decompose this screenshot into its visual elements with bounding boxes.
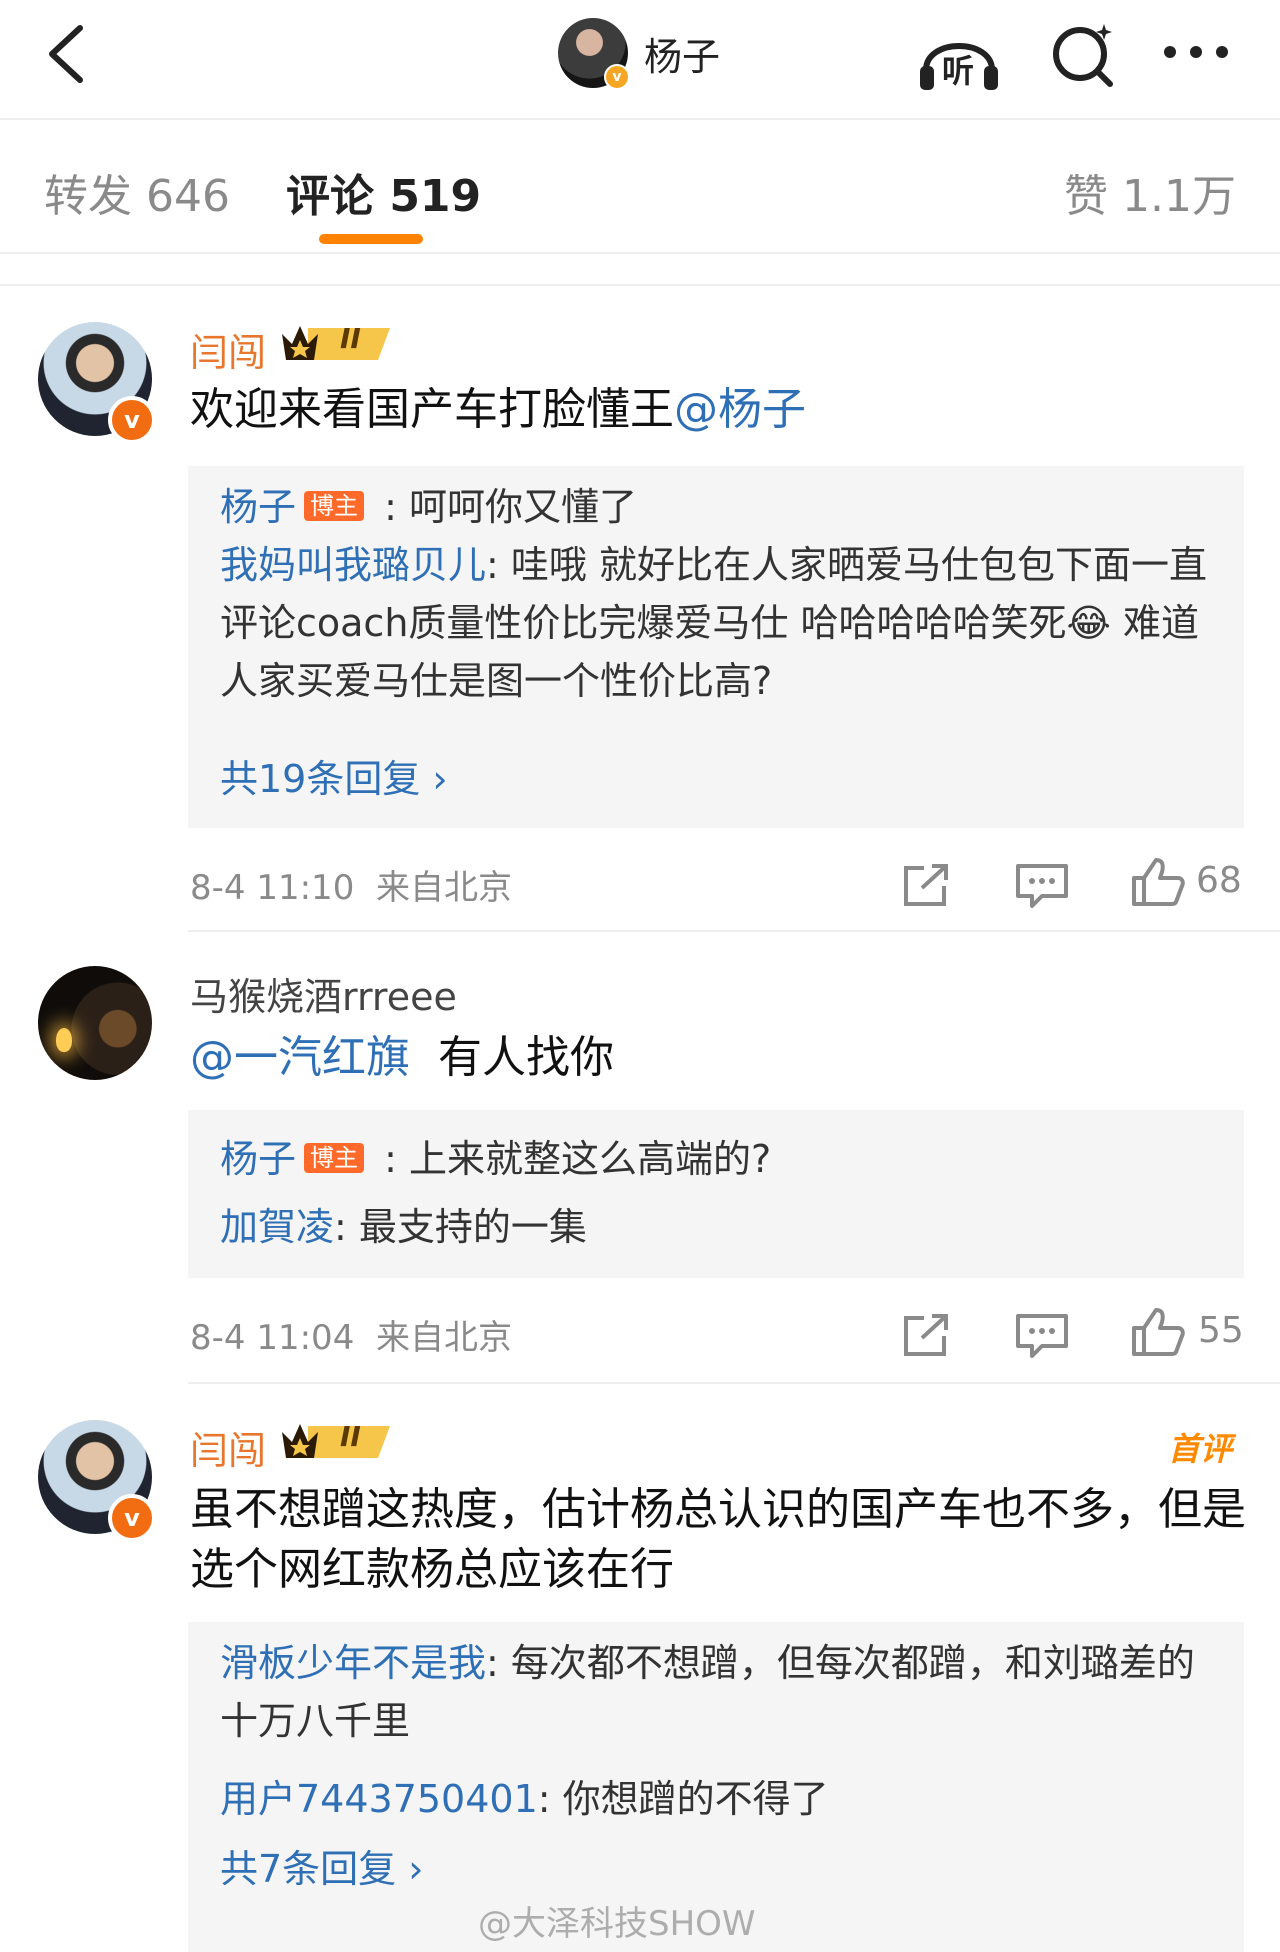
verified-badge-icon: v [604,64,630,90]
reply-line: 我妈叫我璐贝儿: 哇哦 就好比在人家晒爱马仕包包下面一直评论coach质量性价比… [220,536,1220,710]
header-user[interactable]: v 杨子 [558,18,720,90]
crown-level: II [340,322,361,355]
reply-user-name[interactable]: 杨子 [220,485,296,529]
tab-like[interactable]: 赞 1.1万 [1064,160,1236,224]
mention-link[interactable]: @杨子 [674,384,806,435]
divider [188,930,1280,932]
comment-text: 虽不想蹭这热度，估计杨总认识的国产车也不多，但是选个网红款杨总应该在行 [190,1484,1246,1595]
more-replies-link[interactable]: 共19条回复 › [220,750,1220,808]
reply-line: 杨子 博主 : 上来就整这么高端的? [220,1130,1220,1188]
share-icon[interactable] [898,1310,958,1360]
reply-preview-box[interactable]: 杨子 博主 : 呵呵你又懂了 我妈叫我璐贝儿: 哇哦 就好比在人家晒爱马仕包包下面… [188,466,1244,828]
comment-location: 来自北京 [375,1318,512,1358]
tab-bar: 转发 646 评论 519 赞 1.1万 [0,120,1280,254]
like-count: 68 [1196,860,1242,901]
reply-preview-box[interactable]: 杨子 博主 : 上来就整这么高端的? 加賀凌: 最支持的一集 [188,1110,1244,1278]
reply-separator: : [372,1137,409,1181]
reply-text: 你想蹭的不得了 [562,1777,829,1821]
reply-user-name[interactable]: 加賀凌 [220,1205,334,1249]
comment-meta: 8-4 11:10 来自北京 [190,860,512,909]
comment-user-name[interactable]: 闫闯 [190,1420,266,1475]
tab-comment[interactable]: 评论 519 [286,160,481,224]
reply-separator: : [486,1641,511,1685]
header-user-name[interactable]: 杨子 [644,26,720,81]
reply-separator: : [537,1777,563,1821]
comment-meta: 8-4 11:04 来自北京 [190,1310,512,1359]
reply-separator: : [334,1205,359,1249]
reply-line: 杨子 博主 : 呵呵你又懂了 [220,478,1220,536]
like-thumb-icon[interactable] [1128,856,1188,906]
comment-item: v 闫闯 II 欢迎来看国产车打脸懂王@杨子 杨子 博主 : 呵呵你又懂了 我妈叫… [0,300,1280,930]
tab-forward[interactable]: 转发 646 [44,160,230,224]
reply-line: 加賀凌: 最支持的一集 [220,1198,1220,1256]
like-count: 55 [1198,1310,1244,1351]
comment-user-name[interactable]: 马猴烧酒rrreee [190,966,457,1021]
mention-link[interactable]: @一汽红旗 [190,1032,410,1083]
listen-label: 听 [942,52,975,90]
crown-badge-icon [282,1424,390,1458]
comment-item: v 闫闯 II 首评 虽不想蹭这热度，估计杨总认识的国产车也不多，但是选个网红款… [0,1398,1280,1952]
comment-icon[interactable] [1012,1310,1072,1360]
reply-text: 上来就整这么高端的? [408,1137,772,1181]
comment-body: 欢迎来看国产车打脸懂王 [190,384,674,435]
listen-headphones-icon[interactable]: 听 [914,18,1004,94]
reply-user-name[interactable]: 我妈叫我璐贝儿 [220,543,486,587]
active-tab-indicator [319,234,423,244]
reply-user-name[interactable]: 用户7443750401 [220,1777,538,1821]
comment-item: 马猴烧酒rrreee @一汽红旗 有人找你 杨子 博主 : 上来就整这么高端的? … [0,946,1280,1376]
reply-user-name[interactable]: 杨子 [220,1137,296,1181]
first-comment-tag: 首评 [1167,1430,1232,1468]
reply-line: 用户7443750401: 你想蹭的不得了 [220,1770,1220,1828]
header-avatar[interactable]: v [558,18,630,90]
comment-time: 8-4 11:04 [190,1318,355,1358]
watermark: @大泽科技SHOW [478,1904,756,1944]
more-dots-icon[interactable] [1152,18,1242,94]
divider [0,284,1280,286]
reply-text: 最支持的一集 [358,1205,587,1249]
comment-user-name[interactable]: 闫闯 [190,322,266,377]
like-thumb-icon[interactable] [1128,1306,1188,1356]
verified-badge-icon: v [108,396,156,444]
reply-line: 滑板少年不是我: 每次都不想蹭，但每次都蹭，和刘璐差的十万八千里 [220,1634,1220,1750]
host-tag: 博主 [304,491,365,521]
search-icon[interactable] [1040,18,1130,94]
crown-level: II [340,1420,361,1453]
comment-text: @一汽红旗 有人找你 [190,1028,1250,1088]
comment-location: 来自北京 [375,868,512,908]
comment-text: 欢迎来看国产车打脸懂王@杨子 [190,380,1250,440]
reply-user-name[interactable]: 滑板少年不是我 [220,1641,486,1685]
top-bar: v 杨子 听 [0,0,1280,120]
comment-body: 有人找你 [437,1032,614,1083]
comment-icon[interactable] [1012,860,1072,910]
comment-time: 8-4 11:10 [190,868,355,908]
back-arrow-icon[interactable] [40,22,100,86]
host-tag: 博主 [304,1143,365,1173]
verified-badge-icon: v [108,1494,156,1542]
reply-text: 呵呵你又懂了 [408,485,637,529]
avatar[interactable] [38,966,152,1080]
reply-separator: : [486,543,511,587]
reply-separator: : [372,485,409,529]
crown-badge-icon [282,326,390,360]
share-icon[interactable] [898,860,958,910]
divider [188,1382,1280,1384]
more-replies-link[interactable]: 共7条回复 › [220,1840,1220,1898]
